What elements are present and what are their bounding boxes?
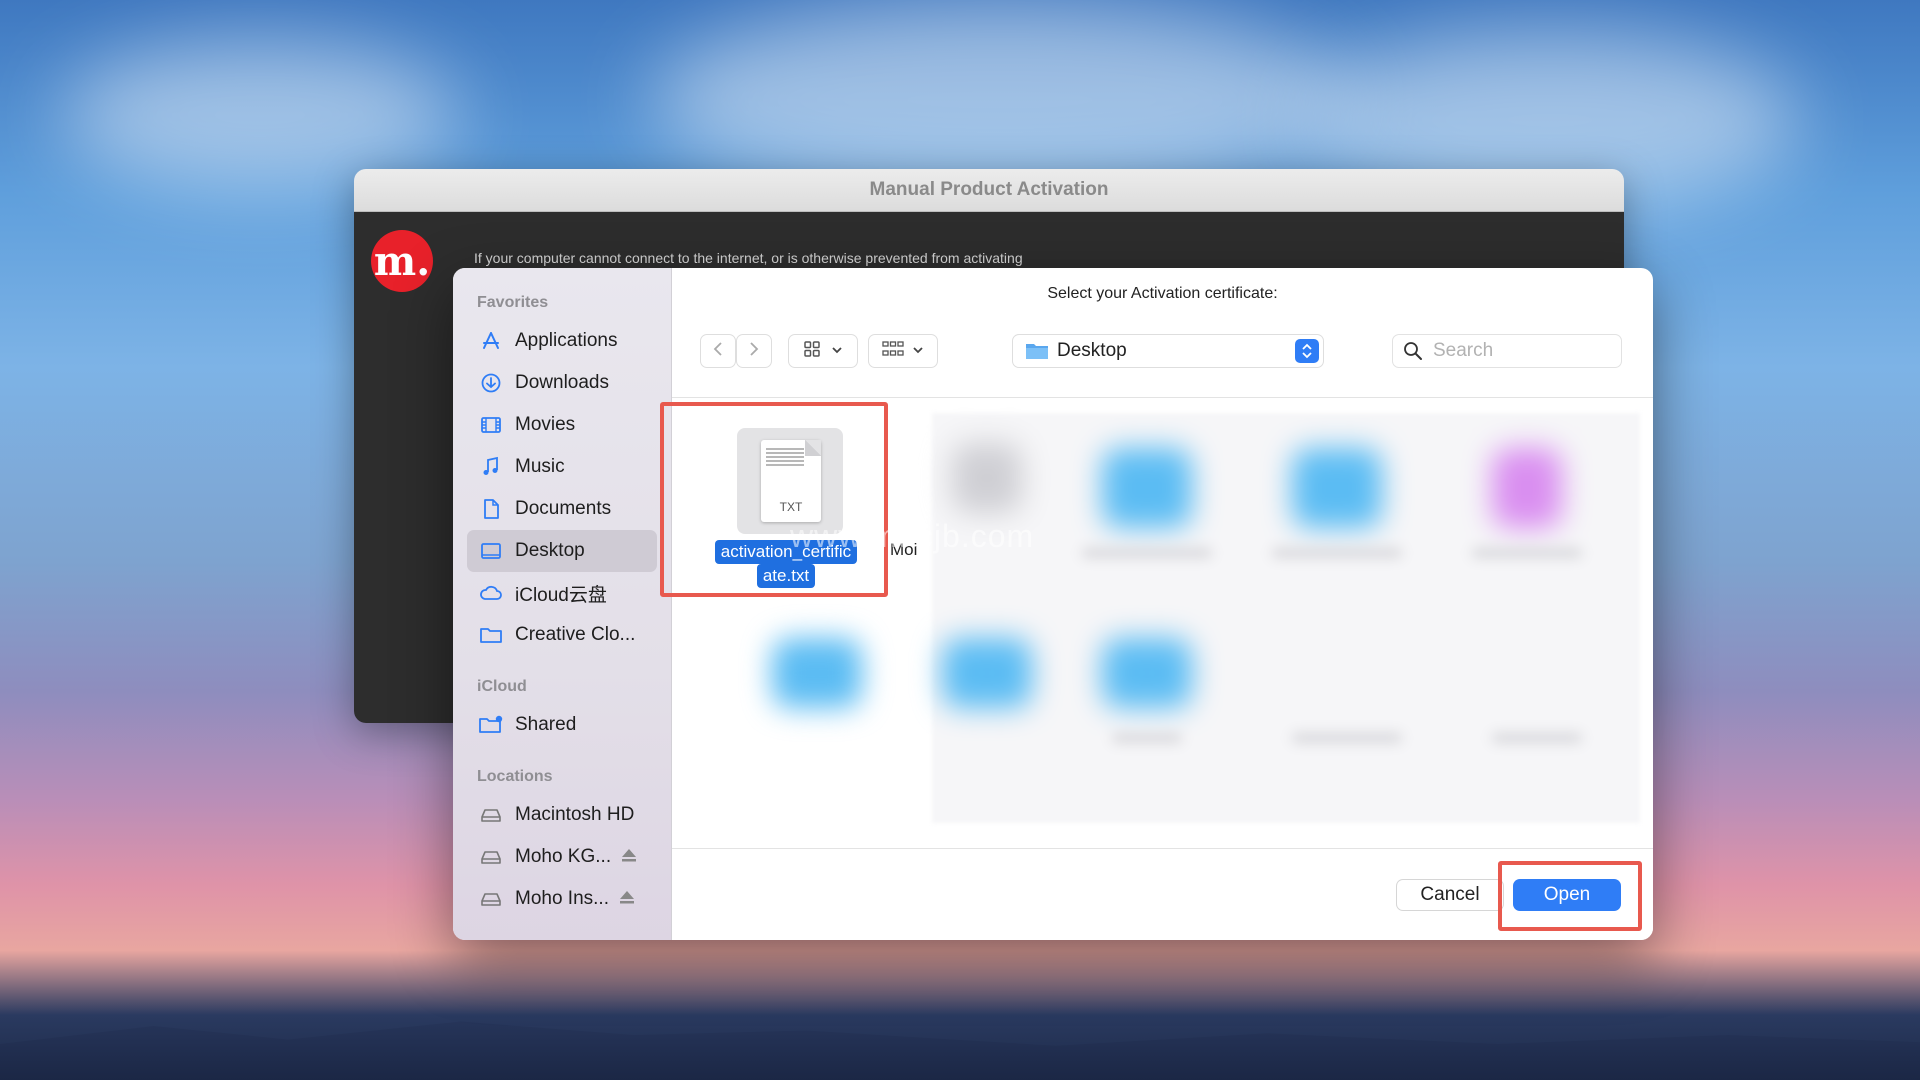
sidebar-section-favorites: Favorites bbox=[477, 294, 549, 311]
dialog-toolbar: Desktop bbox=[672, 334, 1653, 374]
file-browser-pane: Select your Activation certificate: Desk bbox=[660, 268, 1653, 940]
sidebar-item-label: Downloads bbox=[515, 372, 609, 393]
sidebar-item-downloads[interactable]: Downloads bbox=[467, 362, 657, 404]
sidebar-item-macintosh-hd[interactable]: Macintosh HD bbox=[467, 794, 657, 836]
blurred-file-icon bbox=[942, 638, 1032, 708]
activation-info-text: If your computer cannot connect to the i… bbox=[474, 250, 1023, 266]
sidebar-item-label: Macintosh HD bbox=[515, 804, 635, 825]
blurred-file-icon bbox=[1292, 448, 1382, 528]
open-file-dialog: Favorites Applications Downloads Movies … bbox=[453, 268, 1653, 940]
drive-icon bbox=[477, 843, 505, 871]
sidebar-section-locations: Locations bbox=[477, 768, 553, 785]
sidebar-item-documents[interactable]: Documents bbox=[467, 488, 657, 530]
sidebar-item-shared[interactable]: Shared bbox=[467, 704, 657, 746]
sidebar-item-label: Movies bbox=[515, 414, 576, 435]
sidebar-item-creative-cloud[interactable]: Creative Clo... bbox=[467, 614, 657, 656]
movies-icon bbox=[477, 411, 505, 439]
cloud-decoration bbox=[60, 40, 460, 190]
blurred-file-label bbox=[1292, 733, 1402, 743]
sidebar-item-icloud-drive[interactable]: iCloud云盘 bbox=[467, 572, 657, 614]
sidebar-item-label: Documents bbox=[515, 498, 612, 519]
sidebar: Favorites Applications Downloads Movies … bbox=[453, 268, 672, 940]
group-by-button[interactable] bbox=[868, 334, 938, 368]
search-input[interactable] bbox=[1433, 340, 1613, 362]
view-mode-button[interactable] bbox=[788, 334, 858, 368]
sidebar-item-desktop[interactable]: Desktop bbox=[467, 530, 657, 572]
documents-icon bbox=[477, 495, 505, 523]
sidebar-item-applications[interactable]: Applications bbox=[467, 320, 657, 362]
sidebar-item-music[interactable]: Music bbox=[467, 446, 657, 488]
file-grid: TXT activation_certific ate.txt Moi bbox=[660, 398, 1653, 848]
blurred-file-icon bbox=[1102, 638, 1192, 708]
blurred-file-label bbox=[1472, 548, 1582, 558]
moho-logo: m. bbox=[371, 230, 433, 292]
blurred-file-icon bbox=[772, 638, 862, 708]
forward-button[interactable] bbox=[736, 334, 772, 368]
folder-icon bbox=[477, 621, 505, 649]
grid-view-icon bbox=[803, 340, 821, 363]
drive-icon bbox=[477, 885, 505, 913]
search-icon bbox=[1403, 341, 1423, 361]
watermark-text: www.macjb.com bbox=[790, 518, 1035, 554]
blurred-file-icon bbox=[952, 443, 1022, 513]
sidebar-item-label: Shared bbox=[515, 714, 577, 735]
sidebar-item-label: Creative Clo... bbox=[515, 624, 636, 645]
open-button-callout-box bbox=[1498, 861, 1642, 931]
eject-icon[interactable] bbox=[621, 846, 637, 868]
search-field[interactable] bbox=[1392, 334, 1622, 368]
chevron-down-icon bbox=[831, 342, 843, 360]
window-titlebar[interactable]: Manual Product Activation bbox=[354, 169, 1624, 212]
applications-icon bbox=[477, 327, 505, 355]
updown-chevron-icon bbox=[1295, 339, 1319, 363]
group-icon bbox=[882, 340, 904, 363]
blurred-files-area bbox=[772, 413, 1640, 823]
blurred-file-label bbox=[1492, 733, 1582, 743]
chevron-right-icon bbox=[748, 341, 760, 362]
sidebar-item-moho-ins[interactable]: Moho Ins... bbox=[467, 878, 657, 920]
sidebar-item-label: Desktop bbox=[515, 540, 585, 561]
dialog-prompt: Select your Activation certificate: bbox=[1047, 285, 1278, 302]
blurred-file-label bbox=[1272, 548, 1402, 558]
icloud-icon bbox=[477, 579, 505, 607]
shared-folder-icon bbox=[477, 711, 505, 739]
eject-icon[interactable] bbox=[619, 888, 635, 910]
desktop-icon bbox=[477, 537, 505, 565]
location-label: Desktop bbox=[1057, 340, 1127, 361]
cancel-button[interactable]: Cancel bbox=[1396, 879, 1504, 911]
sidebar-item-label: iCloud云盘 bbox=[515, 584, 607, 606]
drive-icon bbox=[477, 801, 505, 829]
sidebar-item-label: Moho Ins... bbox=[515, 888, 609, 909]
selection-callout-box bbox=[660, 402, 888, 597]
sidebar-item-label: Music bbox=[515, 456, 565, 477]
blurred-file-label bbox=[1082, 548, 1212, 558]
blurred-file-label bbox=[1112, 733, 1182, 743]
mountains-decoration bbox=[0, 1021, 1920, 1080]
folder-icon bbox=[1025, 341, 1049, 361]
dialog-footer: Cancel Open bbox=[672, 848, 1653, 940]
sidebar-item-moho-kg[interactable]: Moho KG... bbox=[467, 836, 657, 878]
downloads-icon bbox=[477, 369, 505, 397]
music-icon bbox=[477, 453, 505, 481]
chevron-left-icon bbox=[712, 341, 724, 362]
blurred-file-icon bbox=[1492, 448, 1562, 528]
window-title: Manual Product Activation bbox=[869, 179, 1109, 200]
location-popup[interactable]: Desktop bbox=[1012, 334, 1324, 368]
blurred-file-icon bbox=[1102, 448, 1192, 528]
sidebar-section-icloud: iCloud bbox=[477, 678, 527, 695]
sidebar-item-label: Moho KG... bbox=[515, 846, 612, 867]
chevron-down-icon bbox=[912, 342, 924, 360]
sidebar-item-label: Applications bbox=[515, 330, 618, 351]
back-button[interactable] bbox=[700, 334, 736, 368]
sidebar-item-movies[interactable]: Movies bbox=[467, 404, 657, 446]
